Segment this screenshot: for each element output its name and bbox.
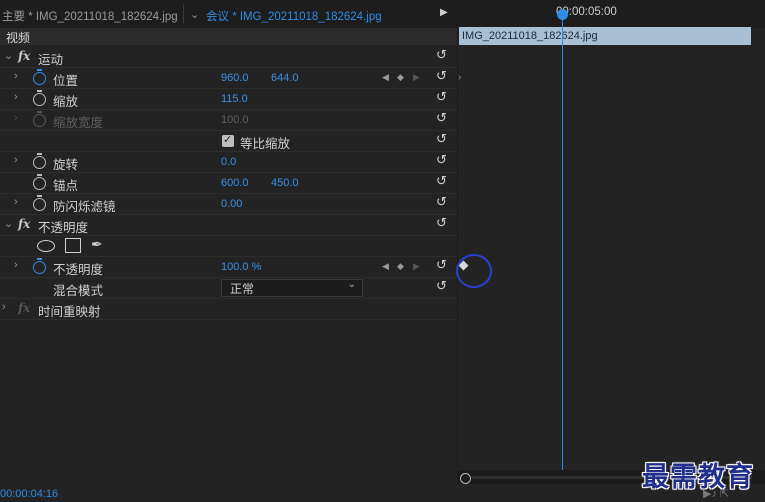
anti-flicker-value[interactable]: 0.00 xyxy=(221,198,242,210)
playhead-handle[interactable] xyxy=(557,9,568,20)
tab-source[interactable]: 主要 * IMG_20211018_182624.jpg xyxy=(2,8,178,24)
reset-arrow-icon[interactable]: ↺ xyxy=(436,153,448,166)
property-label-anchor: 锚点 xyxy=(53,179,79,193)
chevron-right-icon: › xyxy=(14,112,18,124)
reset-arrow-icon[interactable]: ↺ xyxy=(436,195,448,208)
reset-arrow-icon[interactable]: ↺ xyxy=(436,279,448,292)
property-label-position: 位置 xyxy=(53,74,79,88)
property-row-opacity: › 不透明度 100.0 % ◀ ◆ ▶ ↺ xyxy=(0,256,457,278)
reset-arrow-icon[interactable]: ↺ xyxy=(436,132,448,145)
property-label-scale: 缩放 xyxy=(53,95,79,109)
fx-icon: fx xyxy=(18,301,31,315)
reset-arrow-icon[interactable]: ↺ xyxy=(436,48,448,61)
chevron-down-icon[interactable]: ⌄ xyxy=(4,217,13,230)
tab-sequence[interactable]: 会议 * IMG_20211018_182624.jpg xyxy=(206,8,382,24)
play-icon[interactable]: ▶ xyxy=(440,7,448,18)
stopwatch-icon[interactable] xyxy=(33,153,46,169)
property-row-anchor: 锚点 600.0 450.0 ↺ xyxy=(0,172,457,194)
blend-mode-value: 正常 xyxy=(230,282,255,296)
effect-row-time-remap[interactable]: › fx 时间重映射 xyxy=(0,298,457,320)
chevron-down-icon[interactable]: ⌄ xyxy=(190,8,199,21)
chevron-right-icon: › xyxy=(458,72,462,83)
reset-arrow-icon[interactable]: ↺ xyxy=(436,111,448,124)
property-row-uniform-scale: 等比缩放 ↺ xyxy=(0,130,457,152)
highlight-circle xyxy=(456,254,492,288)
watermark: 最需教育 xyxy=(642,462,754,493)
chevron-down-icon[interactable]: ⌄ xyxy=(4,49,13,62)
add-keyframe-icon[interactable]: ◆ xyxy=(397,261,404,272)
section-header xyxy=(0,28,457,45)
reset-arrow-icon[interactable]: ↺ xyxy=(436,90,448,103)
chevron-down-icon: ⌄ xyxy=(347,279,356,290)
property-label-opacity: 不透明度 xyxy=(53,263,104,277)
uniform-scale-label: 等比缩放 xyxy=(240,137,291,151)
effect-row-motion[interactable]: ⌄ fx 运动 ↺ xyxy=(0,46,457,68)
property-row-anti-flicker: › 防闪烁滤镜 0.00 ↺ xyxy=(0,193,457,215)
property-label-rotation: 旋转 xyxy=(53,158,79,172)
effect-title-motion: 运动 xyxy=(38,53,64,67)
effect-title-opacity: 不透明度 xyxy=(38,221,89,235)
section-label-video: 视频 xyxy=(6,31,31,45)
rectangle-mask-icon[interactable] xyxy=(65,238,81,253)
chevron-right-icon[interactable]: › xyxy=(2,301,6,313)
chevron-right-icon[interactable]: › xyxy=(14,91,18,103)
property-row-position: › 位置 960.0 644.0 ◀ ◆ ▶ ↺ xyxy=(0,67,457,89)
tab-divider xyxy=(183,4,184,24)
property-label-scale-width: 缩放宽度 xyxy=(53,116,104,130)
chevron-right-icon[interactable]: › xyxy=(14,70,18,82)
stopwatch-icon[interactable] xyxy=(33,195,46,211)
reset-arrow-icon[interactable]: ↺ xyxy=(436,69,448,82)
uniform-scale-checkbox[interactable] xyxy=(222,133,234,147)
property-label-anti-flicker: 防闪烁滤镜 xyxy=(53,200,116,214)
chevron-right-icon[interactable]: › xyxy=(14,259,18,271)
property-row-scale-width: › 缩放宽度 100.0 ↺ xyxy=(0,109,457,131)
scroll-handle[interactable] xyxy=(460,473,471,484)
prev-keyframe-icon[interactable]: ◀ xyxy=(382,72,389,83)
reset-arrow-icon[interactable]: ↺ xyxy=(436,258,448,271)
mask-tools-row: ✒ xyxy=(0,235,457,257)
scale-width-value: 100.0 xyxy=(221,114,249,126)
position-x-value[interactable]: 960.0 xyxy=(221,72,249,84)
effect-row-opacity[interactable]: ⌄ fx 不透明度 ↺ xyxy=(0,214,457,236)
property-row-scale: › 缩放 115.0 ↺ xyxy=(0,88,457,110)
rotation-value[interactable]: 0.0 xyxy=(221,156,236,168)
pen-mask-icon[interactable]: ✒ xyxy=(91,236,103,253)
position-y-value[interactable]: 644.0 xyxy=(271,72,299,84)
anchor-x-value[interactable]: 600.0 xyxy=(221,177,249,189)
fx-icon[interactable]: fx xyxy=(18,217,30,231)
timeline-panel[interactable] xyxy=(457,28,765,468)
effect-title-time-remap: 时间重映射 xyxy=(38,305,101,319)
chevron-right-icon[interactable]: › xyxy=(14,154,18,166)
property-row-rotation: › 旋转 0.0 ↺ xyxy=(0,151,457,173)
reset-arrow-icon[interactable]: ↺ xyxy=(436,174,448,187)
playhead-line[interactable] xyxy=(562,14,563,470)
anchor-y-value[interactable]: 450.0 xyxy=(271,177,299,189)
stopwatch-icon[interactable] xyxy=(33,69,46,85)
current-timecode[interactable]: 00:00:04:16 xyxy=(0,488,58,500)
property-label-blend-mode: 混合模式 xyxy=(53,284,104,298)
ellipse-mask-icon[interactable] xyxy=(37,240,55,252)
add-keyframe-icon[interactable]: ◆ xyxy=(397,72,404,83)
reset-arrow-icon[interactable]: ↺ xyxy=(436,216,448,229)
fx-icon[interactable]: fx xyxy=(18,49,30,63)
next-keyframe-icon[interactable]: ▶ xyxy=(413,261,420,272)
prev-keyframe-icon[interactable]: ◀ xyxy=(382,261,389,272)
stopwatch-icon[interactable] xyxy=(33,90,46,106)
opacity-value[interactable]: 100.0 % xyxy=(221,261,261,273)
stopwatch-icon[interactable] xyxy=(33,174,46,190)
chevron-right-icon[interactable]: › xyxy=(14,196,18,208)
stopwatch-icon[interactable] xyxy=(33,258,46,274)
blend-mode-dropdown[interactable]: 正常 ⌄ xyxy=(221,279,363,297)
next-keyframe-icon[interactable]: ▶ xyxy=(413,72,420,83)
scale-value[interactable]: 115.0 xyxy=(221,93,248,105)
stopwatch-icon xyxy=(33,111,46,127)
clip-name: IMG_20211018_182624.jpg xyxy=(462,30,598,42)
